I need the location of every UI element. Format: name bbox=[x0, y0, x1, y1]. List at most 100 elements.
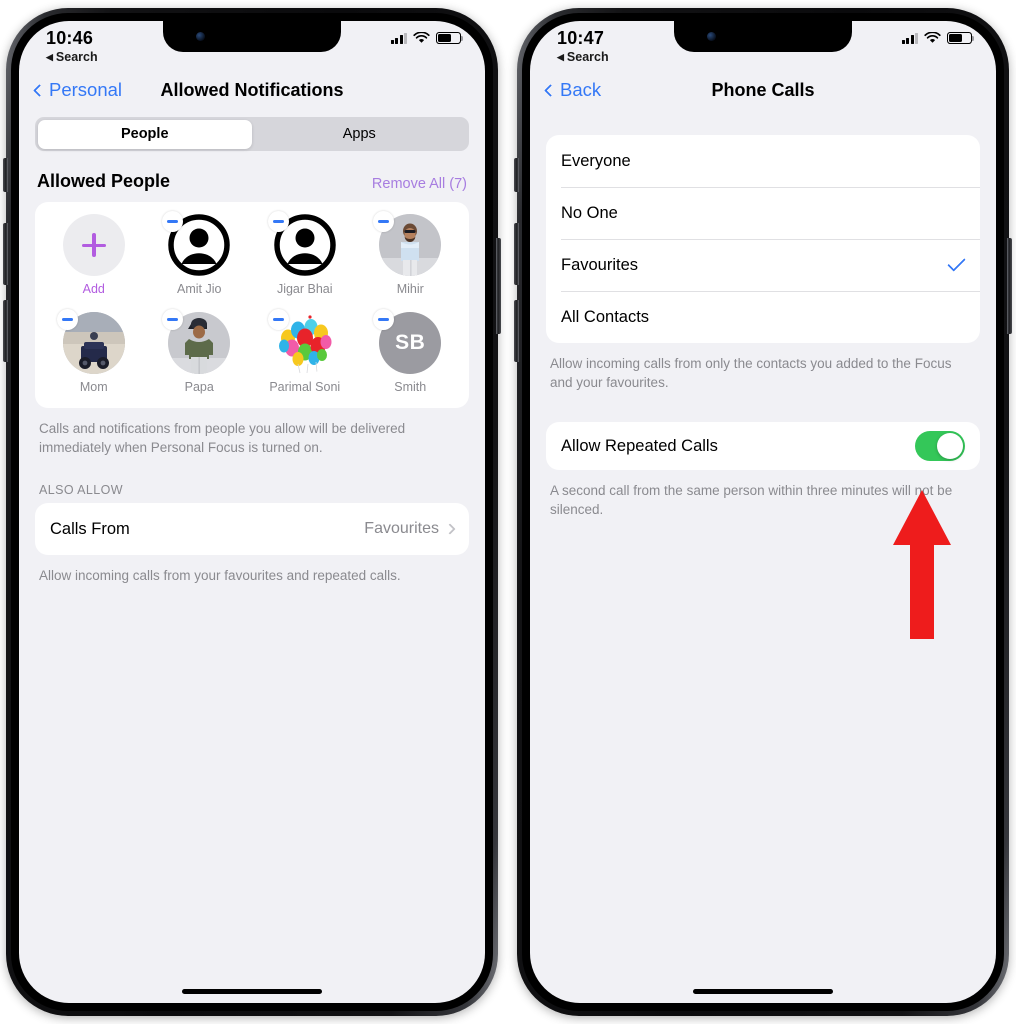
left-content: People Apps Allowed People Remove All (7… bbox=[19, 117, 485, 585]
chevron-left-icon bbox=[33, 83, 46, 97]
cellular-signal-icon bbox=[901, 32, 918, 44]
add-avatar[interactable] bbox=[62, 214, 125, 276]
allowed-people-card: Add Amit Jio Jigar Bhai Mihir Mom Papa P… bbox=[35, 202, 469, 408]
volume-down-button[interactable] bbox=[3, 300, 8, 362]
status-return-to-search[interactable]: ◀ Search bbox=[557, 50, 609, 64]
status-bar-left: 10:47 ◀ Search bbox=[557, 28, 609, 64]
tab-apps[interactable]: Apps bbox=[252, 120, 467, 149]
remove-person-badge[interactable] bbox=[267, 211, 289, 232]
navigation-bar: Personal Allowed Notifications bbox=[19, 67, 485, 113]
back-triangle-icon: ◀ bbox=[557, 51, 564, 62]
option-label: Everyone bbox=[561, 151, 631, 170]
avatar-wrap bbox=[267, 211, 336, 276]
section-title: Allowed People bbox=[37, 171, 171, 191]
person-amit-jio[interactable]: Amit Jio bbox=[147, 211, 253, 300]
avatar-wrap bbox=[162, 211, 231, 276]
option-label: All Contacts bbox=[561, 307, 650, 326]
avatar-wrap bbox=[373, 211, 442, 276]
status-bar-right bbox=[901, 28, 975, 44]
calls-from-right: Favourites bbox=[364, 520, 456, 538]
person-papa[interactable]: Papa bbox=[147, 309, 253, 398]
plus-icon bbox=[81, 233, 106, 257]
right-phone-screen: 10:47 ◀ Search Back Phone Calls Everyone… bbox=[530, 21, 996, 1003]
back-button[interactable]: Back bbox=[544, 79, 602, 101]
status-bar-left: 10:46 ◀ Search bbox=[46, 28, 98, 64]
back-button-label: Personal bbox=[49, 79, 123, 100]
home-indicator[interactable] bbox=[693, 989, 833, 994]
person-name: Mihir bbox=[396, 282, 424, 296]
allowed-people-header: Allowed People Remove All (7) bbox=[37, 171, 467, 192]
avatar-wrap bbox=[56, 309, 125, 374]
screenshot-stage: 10:46 ◀ Search Personal Allowed Notifica… bbox=[0, 0, 1016, 1024]
people-apps-segmented-control[interactable]: People Apps bbox=[35, 117, 469, 151]
calls-from-footnote: Allow incoming calls from your favourite… bbox=[39, 568, 401, 583]
front-camera-icon bbox=[196, 32, 205, 41]
right-content: Everyone No One Favourites All Contacts … bbox=[530, 135, 996, 519]
avatar-wrap bbox=[162, 309, 231, 374]
also-allow-label: ALSO ALLOW bbox=[39, 483, 123, 497]
tab-people[interactable]: People bbox=[37, 119, 252, 149]
status-time: 10:47 bbox=[557, 28, 605, 48]
option-all-contacts[interactable]: All Contacts bbox=[546, 291, 980, 343]
silent-switch[interactable] bbox=[514, 158, 519, 192]
cellular-signal-icon bbox=[390, 32, 407, 44]
remove-person-badge[interactable] bbox=[267, 309, 289, 330]
battery-icon bbox=[436, 32, 464, 44]
also-allow-card: Calls From Favourites bbox=[35, 503, 469, 555]
person-name: Smith bbox=[394, 380, 427, 394]
back-button-personal[interactable]: Personal bbox=[33, 79, 123, 101]
person-mom[interactable]: Mom bbox=[41, 309, 147, 398]
wifi-icon bbox=[413, 32, 430, 43]
person-name: Parimal Soni bbox=[269, 380, 341, 394]
option-no-one[interactable]: No One bbox=[546, 187, 980, 239]
people-row-2: Mom Papa Parimal Soni SB Smith bbox=[41, 300, 463, 398]
person-name: Papa bbox=[184, 380, 214, 394]
person-parimal-soni[interactable]: Parimal Soni bbox=[252, 309, 358, 398]
home-indicator[interactable] bbox=[182, 989, 322, 994]
option-everyone[interactable]: Everyone bbox=[546, 135, 980, 187]
status-bar-right bbox=[390, 28, 464, 44]
status-time: 10:46 bbox=[46, 28, 94, 48]
left-phone-screen: 10:46 ◀ Search Personal Allowed Notifica… bbox=[19, 21, 485, 1003]
chevron-right-icon bbox=[444, 523, 456, 535]
status-back-label: Search bbox=[55, 50, 98, 64]
right-phone-device: 10:47 ◀ Search Back Phone Calls Everyone… bbox=[514, 8, 1012, 1016]
person-name: Jigar Bhai bbox=[276, 282, 333, 296]
volume-up-button[interactable] bbox=[514, 223, 519, 285]
power-button[interactable] bbox=[496, 238, 501, 334]
silent-switch[interactable] bbox=[3, 158, 8, 192]
status-back-label: Search bbox=[566, 50, 609, 64]
person-name: Mom bbox=[79, 380, 108, 394]
toggle-knob bbox=[936, 432, 964, 460]
remove-all-button[interactable]: Remove All (7) bbox=[372, 176, 467, 192]
option-label: No One bbox=[561, 203, 618, 222]
status-return-to-search[interactable]: ◀ Search bbox=[46, 50, 98, 64]
battery-icon bbox=[947, 32, 975, 44]
options-footnote: Allow incoming calls from only the conta… bbox=[550, 356, 952, 390]
person-jigar-bhai[interactable]: Jigar Bhai bbox=[252, 211, 358, 300]
allow-repeated-calls-card: Allow Repeated Calls bbox=[546, 422, 980, 470]
calls-from-label: Calls From bbox=[50, 519, 130, 538]
repeated-calls-footnote: A second call from the same person withi… bbox=[550, 483, 953, 517]
avatar-initials: SB bbox=[395, 331, 426, 354]
person-smith[interactable]: SB Smith bbox=[358, 309, 464, 398]
person-name: Amit Jio bbox=[177, 282, 222, 296]
notch bbox=[163, 21, 341, 52]
person-mihir[interactable]: Mihir bbox=[358, 211, 464, 300]
volume-up-button[interactable] bbox=[3, 223, 8, 285]
front-camera-icon bbox=[707, 32, 716, 41]
back-button-label: Back bbox=[560, 79, 602, 100]
allow-repeated-calls-toggle[interactable] bbox=[915, 431, 965, 461]
allow-repeated-calls-row[interactable]: Allow Repeated Calls bbox=[546, 422, 980, 470]
remove-person-badge[interactable] bbox=[56, 309, 78, 330]
calls-from-value: Favourites bbox=[364, 520, 439, 537]
volume-down-button[interactable] bbox=[514, 300, 519, 362]
calls-from-row[interactable]: Calls From Favourites bbox=[35, 503, 469, 555]
option-favourites[interactable]: Favourites bbox=[546, 239, 980, 291]
checkmark-icon bbox=[947, 253, 966, 272]
navigation-bar: Back Phone Calls bbox=[530, 67, 996, 113]
avatar-wrap: SB bbox=[373, 309, 442, 374]
power-button[interactable] bbox=[1007, 238, 1012, 334]
person-add[interactable]: Add bbox=[41, 214, 147, 300]
person-name: Add bbox=[82, 282, 105, 296]
